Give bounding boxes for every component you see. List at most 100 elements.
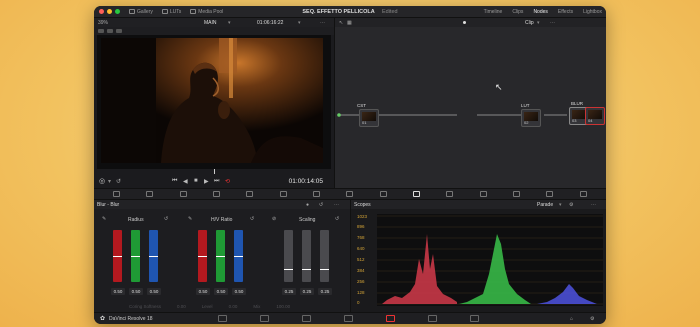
hv-ratio-green-value[interactable]: 0.50 <box>214 288 228 295</box>
slider-handle[interactable] <box>198 256 207 257</box>
loop-toggle-icon[interactable]: ⟲ <box>225 178 230 185</box>
zoom-window-button[interactable] <box>115 9 120 14</box>
sizing-icon[interactable] <box>479 191 487 197</box>
more-icon[interactable]: ⋯ <box>320 20 325 26</box>
scaling-blue-value[interactable]: 0.25 <box>318 288 332 295</box>
3d-icon[interactable] <box>513 191 521 197</box>
settings-icon[interactable]: ⚙ <box>569 202 573 208</box>
node-04[interactable]: 04 <box>585 107 605 125</box>
timeline-button[interactable]: Timeline <box>484 9 503 15</box>
hv-ratio-blue-slider[interactable] <box>234 230 243 282</box>
close-window-button[interactable] <box>99 9 104 14</box>
reset-icon[interactable]: ↺ <box>319 202 323 208</box>
chevron-down-icon[interactable]: ▾ <box>298 20 301 26</box>
color-warper-icon[interactable] <box>246 191 254 197</box>
node-lut[interactable]: 02 <box>521 109 541 127</box>
slider-handle[interactable] <box>302 269 311 270</box>
gallery-button[interactable]: Gallery <box>129 9 153 15</box>
chevron-down-icon[interactable]: ▾ <box>108 178 111 185</box>
page-fairlight-tab[interactable] <box>428 315 437 322</box>
nodes-button[interactable]: Nodes <box>533 9 547 15</box>
eyedropper-icon[interactable]: ✎ <box>188 216 192 222</box>
slider-handle[interactable] <box>234 256 243 257</box>
key-icon[interactable] <box>446 191 454 197</box>
effects-button[interactable]: Effects <box>558 9 573 15</box>
slider-handle[interactable] <box>284 269 293 270</box>
page-edit-tab[interactable] <box>302 315 311 322</box>
play-icon[interactable]: ▶ <box>204 178 209 185</box>
eyedropper-icon[interactable]: ✎ <box>102 216 106 222</box>
stop-icon[interactable]: ■ <box>194 178 198 184</box>
video-frame[interactable] <box>101 38 323 163</box>
slider-handle[interactable] <box>131 256 140 257</box>
radius-blue-slider[interactable] <box>149 230 158 282</box>
more-icon[interactable]: ⋯ <box>334 202 339 208</box>
scaling-green-value[interactable]: 0.25 <box>300 288 314 295</box>
color-wheels-icon[interactable] <box>113 191 121 197</box>
window-icon[interactable] <box>313 191 321 197</box>
blur-icon[interactable] <box>413 191 421 197</box>
hv-ratio-blue-value[interactable]: 0.50 <box>232 288 246 295</box>
tracker-icon[interactable] <box>346 191 354 197</box>
node-editor[interactable]: ↖ ▦ Clip ▾ ⋯ CST 01 LUT 02 BLUR 03 04 ↖ <box>334 18 606 188</box>
hv-ratio-green-slider[interactable] <box>216 230 225 282</box>
hv-ratio-red-value[interactable]: 0.50 <box>196 288 210 295</box>
scaling-red-value[interactable]: 0.25 <box>282 288 296 295</box>
drop-icon[interactable]: ● <box>306 202 309 208</box>
slider-handle[interactable] <box>149 256 158 257</box>
reset-icon[interactable]: ↺ <box>335 216 339 222</box>
clips-button[interactable]: Clips <box>512 9 523 15</box>
scope-mode-selector[interactable]: Parade <box>537 202 553 208</box>
scaling-blue-slider[interactable] <box>320 230 329 282</box>
reset-icon[interactable]: ↺ <box>250 216 254 222</box>
motion-effects-icon[interactable] <box>179 191 187 197</box>
scaling-red-slider[interactable] <box>284 230 293 282</box>
palette-toolbar <box>94 188 606 200</box>
reverse-play-icon[interactable]: ◀ <box>183 178 188 185</box>
info-icon[interactable] <box>579 191 587 197</box>
page-color-tab[interactable] <box>386 315 395 322</box>
scopes-icon[interactable] <box>546 191 554 197</box>
highlight-icon[interactable] <box>116 29 122 33</box>
image-wipe-icon[interactable] <box>98 29 104 33</box>
davinci-logo-icon[interactable]: ◎ <box>99 177 105 185</box>
slider-handle[interactable] <box>216 256 225 257</box>
chevron-down-icon[interactable]: ▾ <box>559 202 562 208</box>
last-frame-icon[interactable]: ⏭ <box>214 178 219 185</box>
hv-ratio-red-slider[interactable] <box>198 230 207 282</box>
zoom-level[interactable]: 39% <box>98 20 108 26</box>
radius-green-slider[interactable] <box>131 230 140 282</box>
scaling-green-slider[interactable] <box>302 230 311 282</box>
radius-green-value[interactable]: 0.50 <box>129 288 143 295</box>
curves-icon[interactable] <box>213 191 221 197</box>
page-deliver-tab[interactable] <box>470 315 479 322</box>
magic-mask-icon[interactable] <box>379 191 387 197</box>
media-pool-button[interactable]: Media Pool <box>190 9 223 15</box>
qualifier-icon[interactable] <box>279 191 287 197</box>
loop-icon[interactable]: ↺ <box>116 178 121 185</box>
slider-handle[interactable] <box>320 269 329 270</box>
luts-button[interactable]: LUTs <box>161 9 181 15</box>
node-cst[interactable]: 01 <box>359 109 379 127</box>
radius-red-value[interactable]: 0.50 <box>111 288 125 295</box>
more-icon[interactable]: ⋯ <box>591 202 596 208</box>
slider-handle[interactable] <box>113 256 122 257</box>
page-fusion-tab[interactable] <box>344 315 353 322</box>
home-icon[interactable]: ⌂ <box>570 316 573 322</box>
page-cut-tab[interactable] <box>260 315 269 322</box>
link-icon[interactable]: ⊘ <box>272 216 276 222</box>
page-media-tab[interactable] <box>218 315 227 322</box>
chevron-down-icon[interactable]: ▾ <box>228 20 231 26</box>
split-screen-icon[interactable] <box>107 29 113 33</box>
playhead[interactable] <box>214 169 215 174</box>
radius-blue-value[interactable]: 0.50 <box>147 288 161 295</box>
rgb-mixer-icon[interactable] <box>146 191 154 197</box>
timeline-selector[interactable]: MAIN <box>204 20 217 26</box>
reset-icon[interactable]: ↺ <box>164 216 168 222</box>
settings-icon[interactable]: ⚙ <box>590 316 594 322</box>
radius-red-slider[interactable] <box>113 230 122 282</box>
minimize-window-button[interactable] <box>107 9 112 14</box>
gallery-icon <box>129 9 135 14</box>
first-frame-icon[interactable]: ⏮ <box>172 178 177 185</box>
lightbox-button[interactable]: Lightbox <box>583 9 602 15</box>
